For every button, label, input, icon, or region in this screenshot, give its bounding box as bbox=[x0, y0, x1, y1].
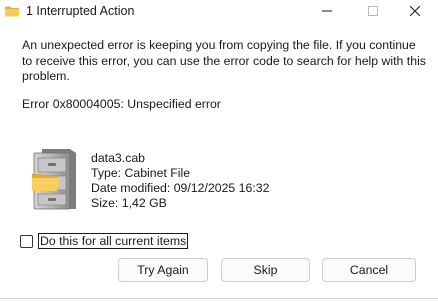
file-info: data3.cab Type: Cabinet File Date modifi… bbox=[91, 151, 269, 211]
apply-to-all-label[interactable]: Do this for all current items bbox=[38, 233, 189, 249]
close-button[interactable] bbox=[392, 0, 438, 22]
file-date-modified: Date modified: 09/12/2025 16:32 bbox=[91, 181, 270, 195]
error-message: An unexpected error is keeping you from … bbox=[22, 38, 426, 83]
title-bar[interactable]: 1 Interrupted Action bbox=[0, 0, 438, 22]
folder-icon bbox=[4, 3, 20, 19]
close-icon bbox=[410, 6, 420, 16]
cancel-button[interactable]: Cancel bbox=[322, 258, 416, 282]
minimize-icon bbox=[322, 10, 332, 12]
file-type: Type: Cabinet File bbox=[91, 166, 191, 180]
maximize-button bbox=[350, 0, 396, 22]
apply-to-all-row[interactable]: Do this for all current items bbox=[20, 233, 189, 249]
file-size: Size: 1,42 GB bbox=[91, 196, 167, 210]
file-name: data3.cab bbox=[91, 151, 146, 165]
apply-to-all-checkbox[interactable] bbox=[20, 234, 33, 248]
window-bottom-border bbox=[0, 298, 438, 299]
cabinet-file-icon bbox=[30, 147, 78, 213]
try-again-button[interactable]: Try Again bbox=[118, 258, 208, 282]
window-title: 1 Interrupted Action bbox=[26, 4, 135, 18]
skip-button[interactable]: Skip bbox=[221, 258, 310, 282]
minimize-button[interactable] bbox=[304, 0, 350, 22]
error-code: Error 0x80004005: Unspecified error bbox=[22, 97, 221, 111]
maximize-icon bbox=[368, 6, 378, 16]
